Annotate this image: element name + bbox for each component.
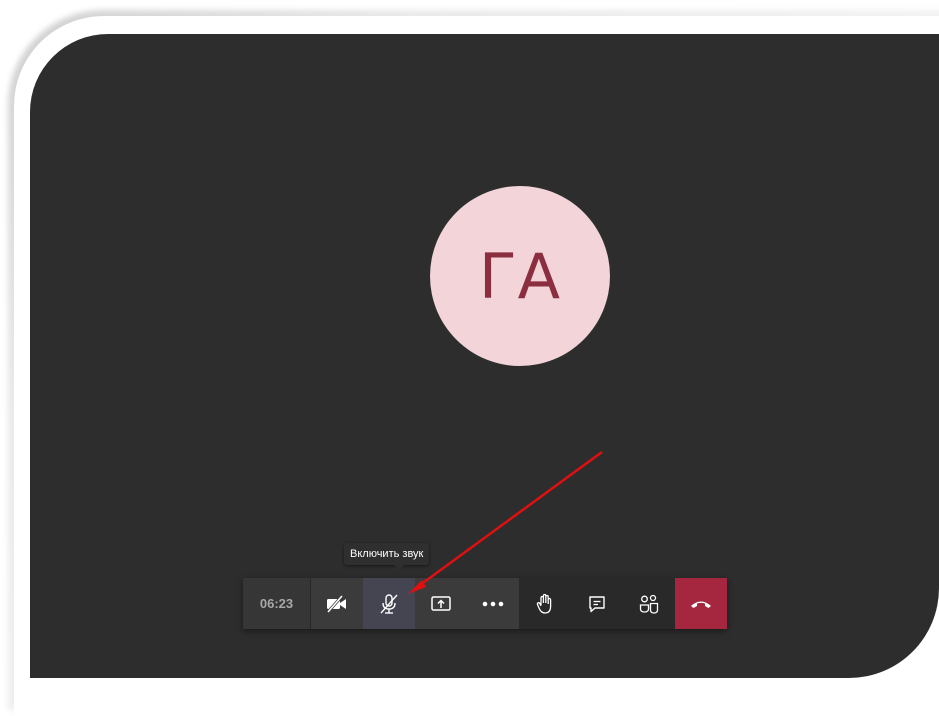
share-screen-button[interactable] (415, 578, 467, 629)
call-stage: ГА Включить звук 06:23 (30, 34, 939, 678)
hang-up-icon (691, 601, 711, 608)
more-icon (482, 601, 504, 606)
hang-up-button[interactable] (675, 578, 727, 629)
avatar-initials: ГА (478, 239, 562, 313)
call-timer: 06:23 (243, 578, 311, 629)
more-actions-button[interactable] (467, 578, 519, 629)
raise-hand-icon (536, 593, 552, 614)
mic-toggle-button[interactable] (363, 578, 415, 629)
camera-off-icon (326, 594, 346, 613)
share-screen-icon (431, 595, 451, 611)
participants-button[interactable] (623, 578, 675, 629)
unmute-tooltip: Включить звук (344, 543, 430, 570)
chat-icon (589, 595, 605, 612)
camera-toggle-button[interactable] (311, 578, 363, 629)
raise-hand-button[interactable] (519, 578, 571, 629)
chat-button[interactable] (571, 578, 623, 629)
participant-avatar: ГА (430, 186, 610, 366)
participants-icon (639, 594, 659, 614)
mic-off-icon (380, 593, 398, 614)
call-toolbar: 06:23 (243, 578, 727, 629)
